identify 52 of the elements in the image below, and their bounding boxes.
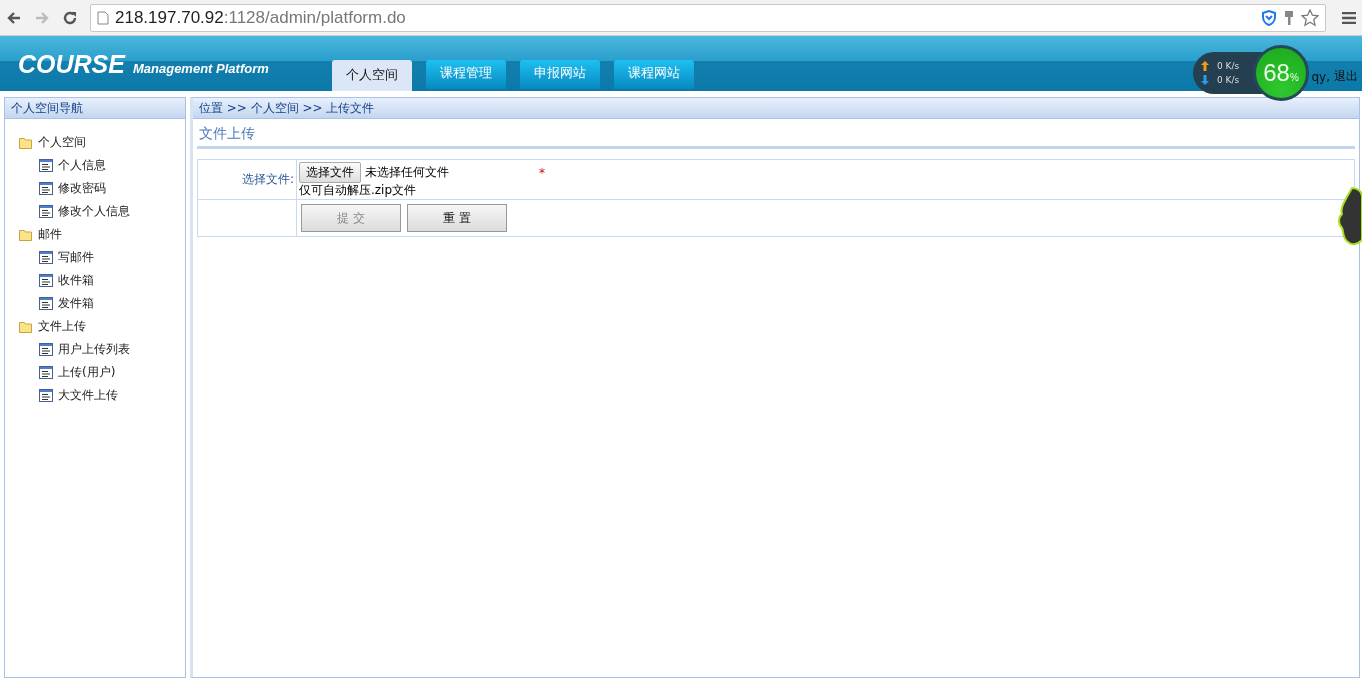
logo: COURSE [18,50,125,79]
reset-button[interactable]: 重 置 [407,204,507,232]
file-status: 未选择任何文件 [365,164,450,181]
document-icon [39,366,53,379]
tree-item[interactable]: 修改个人信息 [58,203,130,220]
memory-percent: 68% [1253,45,1309,101]
star-icon[interactable] [1301,8,1319,27]
tree-item[interactable]: 大文件上传 [58,387,118,404]
sidebar-title: 个人空间导航 [5,98,185,119]
tree-folder[interactable]: 文件上传 [38,318,86,335]
page-icon [97,10,109,25]
choose-file-button[interactable]: 选择文件 [299,162,361,183]
field-label: 选择文件: [197,159,297,200]
document-icon [39,389,53,402]
tree-item[interactable]: 写邮件 [58,249,94,266]
document-icon [39,182,53,195]
document-icon [39,251,53,264]
tree-folder[interactable]: 个人空间 [38,134,86,151]
breadcrumb: 位置 >> 个人空间 >> 上传文件 [193,98,1359,119]
upload-rate: 0 K/s [1217,61,1240,71]
document-icon [39,343,53,356]
document-icon [39,159,53,172]
reload-icon[interactable] [62,9,78,26]
upload-arrow-icon [1201,61,1209,71]
document-icon [39,297,53,310]
section-title: 文件上传 [197,123,1355,149]
menu-icon[interactable] [1342,11,1356,24]
document-icon [39,205,53,218]
user-name: qy, [1311,69,1330,84]
back-icon[interactable] [6,9,22,26]
document-icon [39,274,53,287]
subtitle: Management Platform [132,61,269,76]
tree-item[interactable]: 上传(用户) [58,364,116,381]
address-bar[interactable]: 218.197.70.92:1128/admin/platform.do [90,3,1326,32]
folder-icon [19,136,33,149]
required-mark: * [539,165,545,180]
download-arrow-icon [1201,75,1209,85]
key-icon[interactable] [1283,9,1295,26]
download-rate: 0 K/s [1217,75,1240,85]
tree-item[interactable]: 修改密码 [58,180,106,197]
tree-item[interactable]: 个人信息 [58,157,106,174]
tree-item[interactable]: 收件箱 [58,272,94,289]
tree-folder[interactable]: 邮件 [38,226,62,243]
logout-link[interactable]: 退出 [1334,68,1358,85]
tree-item[interactable]: 发件箱 [58,295,94,312]
nav-tab[interactable]: 个人空间 [332,60,412,91]
shield-icon[interactable] [1261,9,1277,26]
floating-widget-drawing[interactable] [1338,186,1362,246]
folder-icon [19,228,33,241]
folder-icon [19,320,33,333]
hint-text: 仅可自动解压.zip文件 [299,183,418,197]
tree-item[interactable]: 用户上传列表 [58,341,130,358]
